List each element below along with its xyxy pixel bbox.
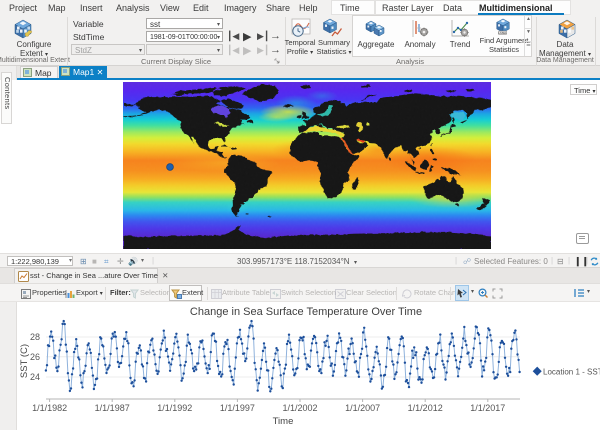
svg-text:1/1/2002: 1/1/2002 (282, 403, 317, 413)
svg-text:Location 1 - SST: Location 1 - SST (543, 368, 600, 377)
svg-text:1/1/1987: 1/1/1987 (95, 403, 130, 413)
svg-text:1/1/2012: 1/1/2012 (408, 403, 443, 413)
svg-text:LABEL: LABEL (498, 31, 507, 35)
svg-text:26: 26 (30, 352, 40, 362)
svg-text:1/1/2007: 1/1/2007 (345, 403, 380, 413)
svg-text:1/1/1992: 1/1/1992 (157, 403, 192, 413)
svg-text:24: 24 (30, 372, 40, 382)
svg-text:1/1/2017: 1/1/2017 (470, 403, 505, 413)
svg-text:Time: Time (273, 416, 294, 427)
svg-text:SST (C): SST (C) (19, 344, 30, 378)
svg-text:1/1/1997: 1/1/1997 (220, 403, 255, 413)
svg-text:28: 28 (30, 332, 40, 342)
svg-text:1/1/1982: 1/1/1982 (32, 403, 67, 413)
